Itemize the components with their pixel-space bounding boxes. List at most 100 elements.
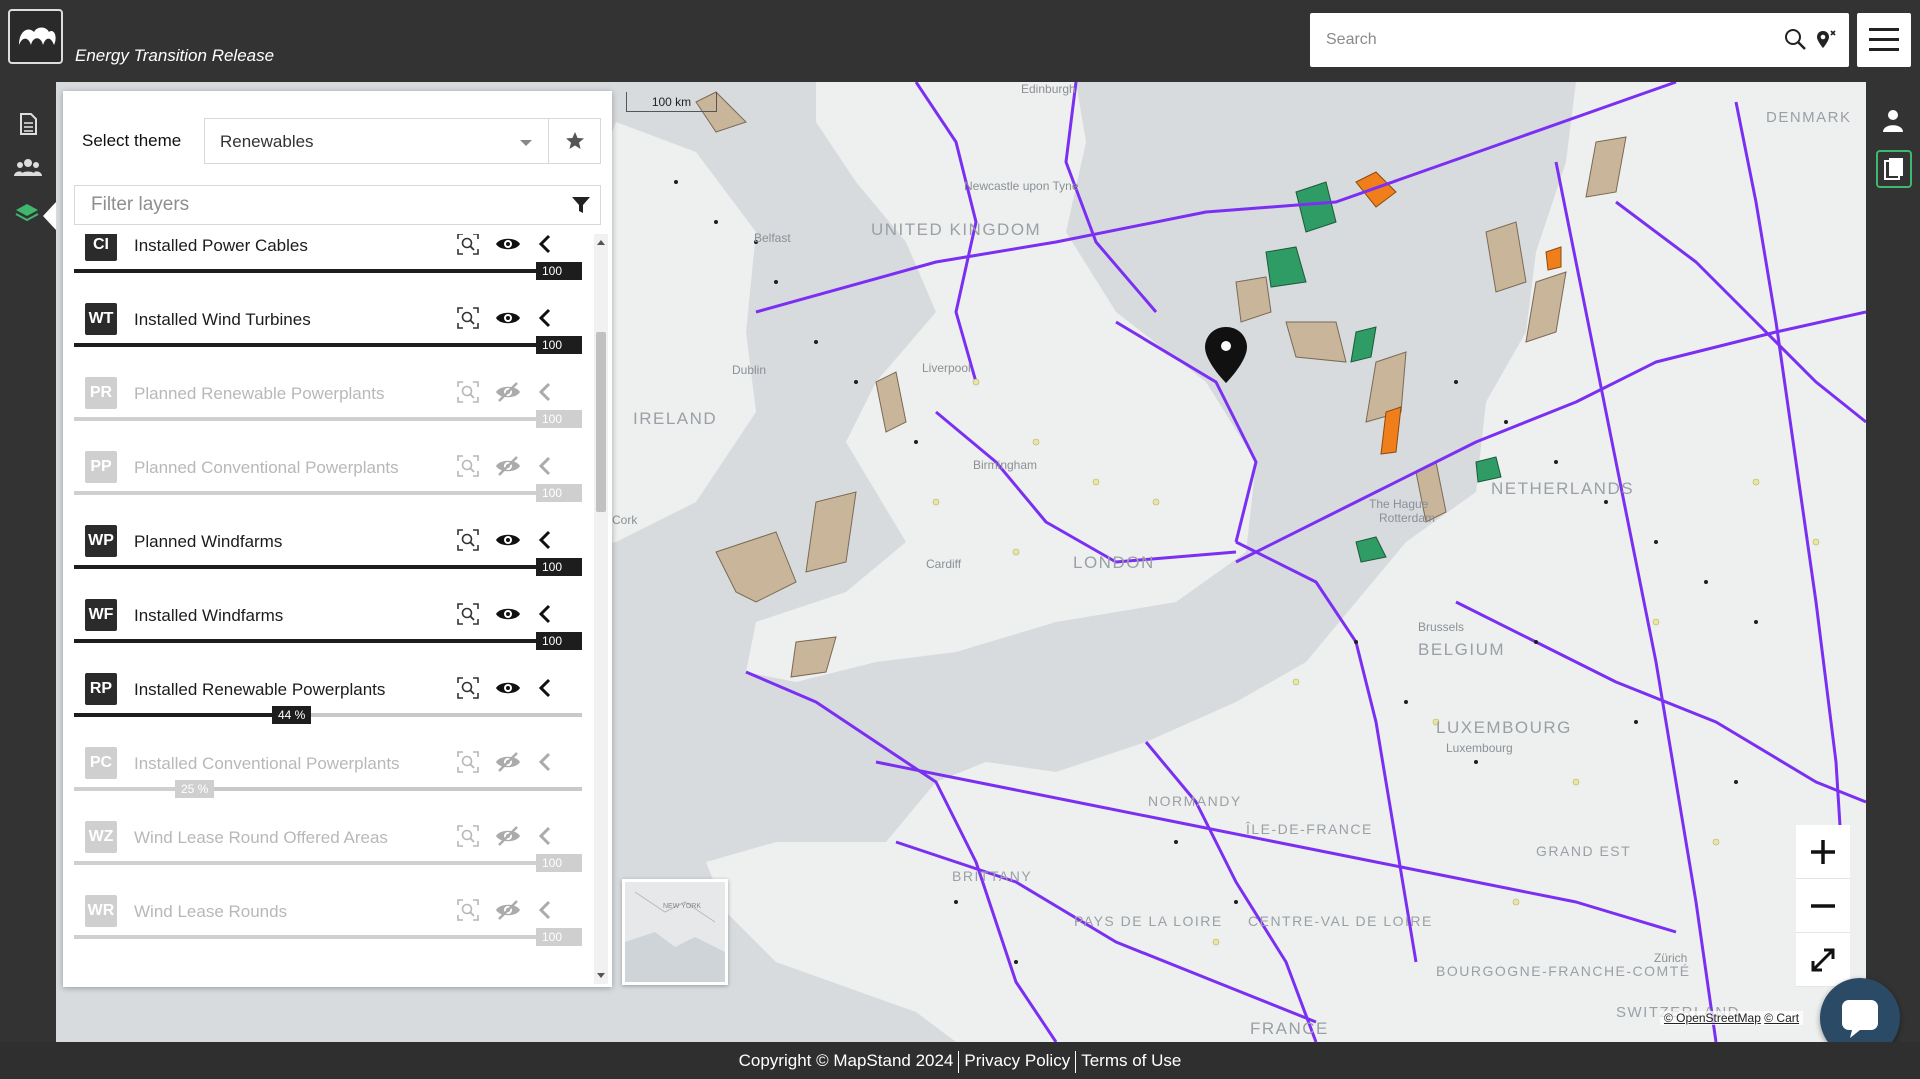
privacy-policy-link[interactable]: Privacy Policy [964,1051,1070,1070]
eye-off-icon[interactable] [494,896,522,924]
opacity-value-label[interactable]: 25 % [175,780,215,798]
document-icon[interactable] [14,110,42,138]
map-label-brittany: BRITTANY [952,868,1032,884]
zoom-to-layer-icon[interactable] [454,452,482,480]
opacity-slider[interactable] [74,935,582,939]
chevron-left-icon[interactable] [532,234,560,258]
scroll-down-icon[interactable] [597,973,605,978]
chevron-left-icon[interactable] [532,378,560,406]
opacity-slider-fill [74,935,582,939]
layer-row[interactable]: WZ Wind Lease Round Offered Areas 100 % [74,808,582,888]
opacity-value-label[interactable]: 100 % [536,410,582,444]
opacity-value-label[interactable]: 100 % [536,928,582,962]
opacity-slider[interactable] [74,861,582,865]
zoom-to-layer-icon[interactable] [454,674,482,702]
scrollbar-thumb[interactable] [596,332,606,512]
opacity-value-label[interactable]: 44 % [272,706,312,724]
layer-row[interactable]: PP Planned Conventional Powerplants 100 % [74,438,582,518]
opacity-slider[interactable] [74,565,582,569]
opacity-value-label[interactable]: 100 % [536,484,582,518]
filter-icon[interactable] [570,194,592,216]
layer-row[interactable]: WT Installed Wind Turbines 100 % [74,290,582,370]
eye-icon[interactable] [494,600,522,628]
eye-off-icon[interactable] [494,378,522,406]
opacity-value-label[interactable]: 100 % [536,262,582,296]
chevron-left-icon[interactable] [532,304,560,332]
layers-icon[interactable] [14,198,42,226]
layer-name: Installed Renewable Powerplants [134,680,386,699]
opacity-slider[interactable] [74,639,582,643]
scroll-up-icon[interactable] [597,240,605,245]
users-icon[interactable] [14,154,42,182]
layer-list-scrollbar[interactable] [594,234,608,984]
chevron-left-icon[interactable] [532,674,560,702]
eye-off-icon[interactable] [494,748,522,776]
user-icon[interactable] [1879,106,1907,134]
opacity-value-label[interactable]: 100 % [536,558,582,592]
search-icon[interactable] [1783,27,1809,53]
zoom-to-layer-icon[interactable] [454,822,482,850]
eye-off-icon[interactable] [494,822,522,850]
map-label-brussels: Brussels [1418,620,1464,634]
layer-row[interactable]: PR Planned Renewable Powerplants 100 % [74,364,582,444]
map-label-liverpool: Liverpool [922,361,971,375]
search-bar [1310,13,1849,67]
chevron-left-icon[interactable] [532,748,560,776]
hamburger-menu-icon[interactable] [1857,13,1911,67]
zoom-in-button[interactable] [1796,825,1850,879]
chevron-left-icon[interactable] [532,600,560,628]
layer-code-badge: PR [85,377,117,409]
zoom-out-button[interactable] [1796,879,1850,933]
carto-attribution-link[interactable]: © Cart [1764,1011,1799,1025]
zoom-to-layer-icon[interactable] [454,378,482,406]
map-label-rotterdam: Rotterdam [1379,511,1435,525]
layers-panel: Select theme Renewables CI Installed Powe… [63,91,612,987]
favorite-theme-button[interactable] [548,118,601,164]
chevron-left-icon[interactable] [532,526,560,554]
opacity-slider-fill [74,491,582,495]
filter-layers-input[interactable] [91,186,561,224]
search-input[interactable] [1326,13,1746,67]
layer-row[interactable]: PC Installed Conventional Powerplants 25 % [74,734,582,808]
zoom-to-layer-icon[interactable] [454,304,482,332]
layer-row[interactable]: CI Installed Power Cables 100 % [74,234,582,296]
clipboard-icon[interactable] [1876,150,1912,188]
chevron-left-icon[interactable] [532,822,560,850]
zoom-to-layer-icon[interactable] [454,748,482,776]
opacity-value-label[interactable]: 100 % [536,336,582,370]
opacity-slider[interactable] [74,713,582,717]
map-label-denmark: DENMARK [1766,109,1852,126]
chevron-left-icon[interactable] [532,452,560,480]
mapstand-logo-icon[interactable] [8,9,63,64]
theme-dropdown[interactable]: Renewables [204,118,549,164]
layer-row[interactable]: WP Planned Windfarms 100 % [74,512,582,592]
chevron-left-icon[interactable] [532,896,560,924]
minimap[interactable]: NEW YORK [622,879,728,985]
eye-icon[interactable] [494,234,522,258]
map-label-dublin: Dublin [732,363,766,377]
opacity-slider[interactable] [74,491,582,495]
osm-attribution-link[interactable]: © OpenStreetMap [1664,1011,1761,1025]
layer-row[interactable]: WR Wind Lease Rounds 100 % [74,882,582,962]
minimap-label: NEW YORK [663,903,701,910]
layer-row[interactable]: WF Installed Windfarms 100 % [74,586,582,666]
eye-icon[interactable] [494,674,522,702]
opacity-slider[interactable] [74,343,582,347]
zoom-to-layer-icon[interactable] [454,234,482,258]
terms-of-use-link[interactable]: Terms of Use [1081,1051,1181,1070]
pin-clear-icon[interactable] [1813,27,1839,53]
opacity-slider[interactable] [74,417,582,421]
opacity-slider[interactable] [74,269,582,273]
zoom-to-layer-icon[interactable] [454,896,482,924]
eye-off-icon[interactable] [494,452,522,480]
opacity-value-label[interactable]: 100 % [536,854,582,888]
layer-code-badge: PC [85,747,117,779]
eye-icon[interactable] [494,304,522,332]
zoom-to-layer-icon[interactable] [454,600,482,628]
eye-icon[interactable] [494,526,522,554]
opacity-slider[interactable] [74,787,582,791]
zoom-to-layer-icon[interactable] [454,526,482,554]
layer-row[interactable]: RP Installed Renewable Powerplants 44 % [74,660,582,734]
opacity-value-label[interactable]: 100 % [536,632,582,666]
layer-code-badge: RP [85,673,117,705]
